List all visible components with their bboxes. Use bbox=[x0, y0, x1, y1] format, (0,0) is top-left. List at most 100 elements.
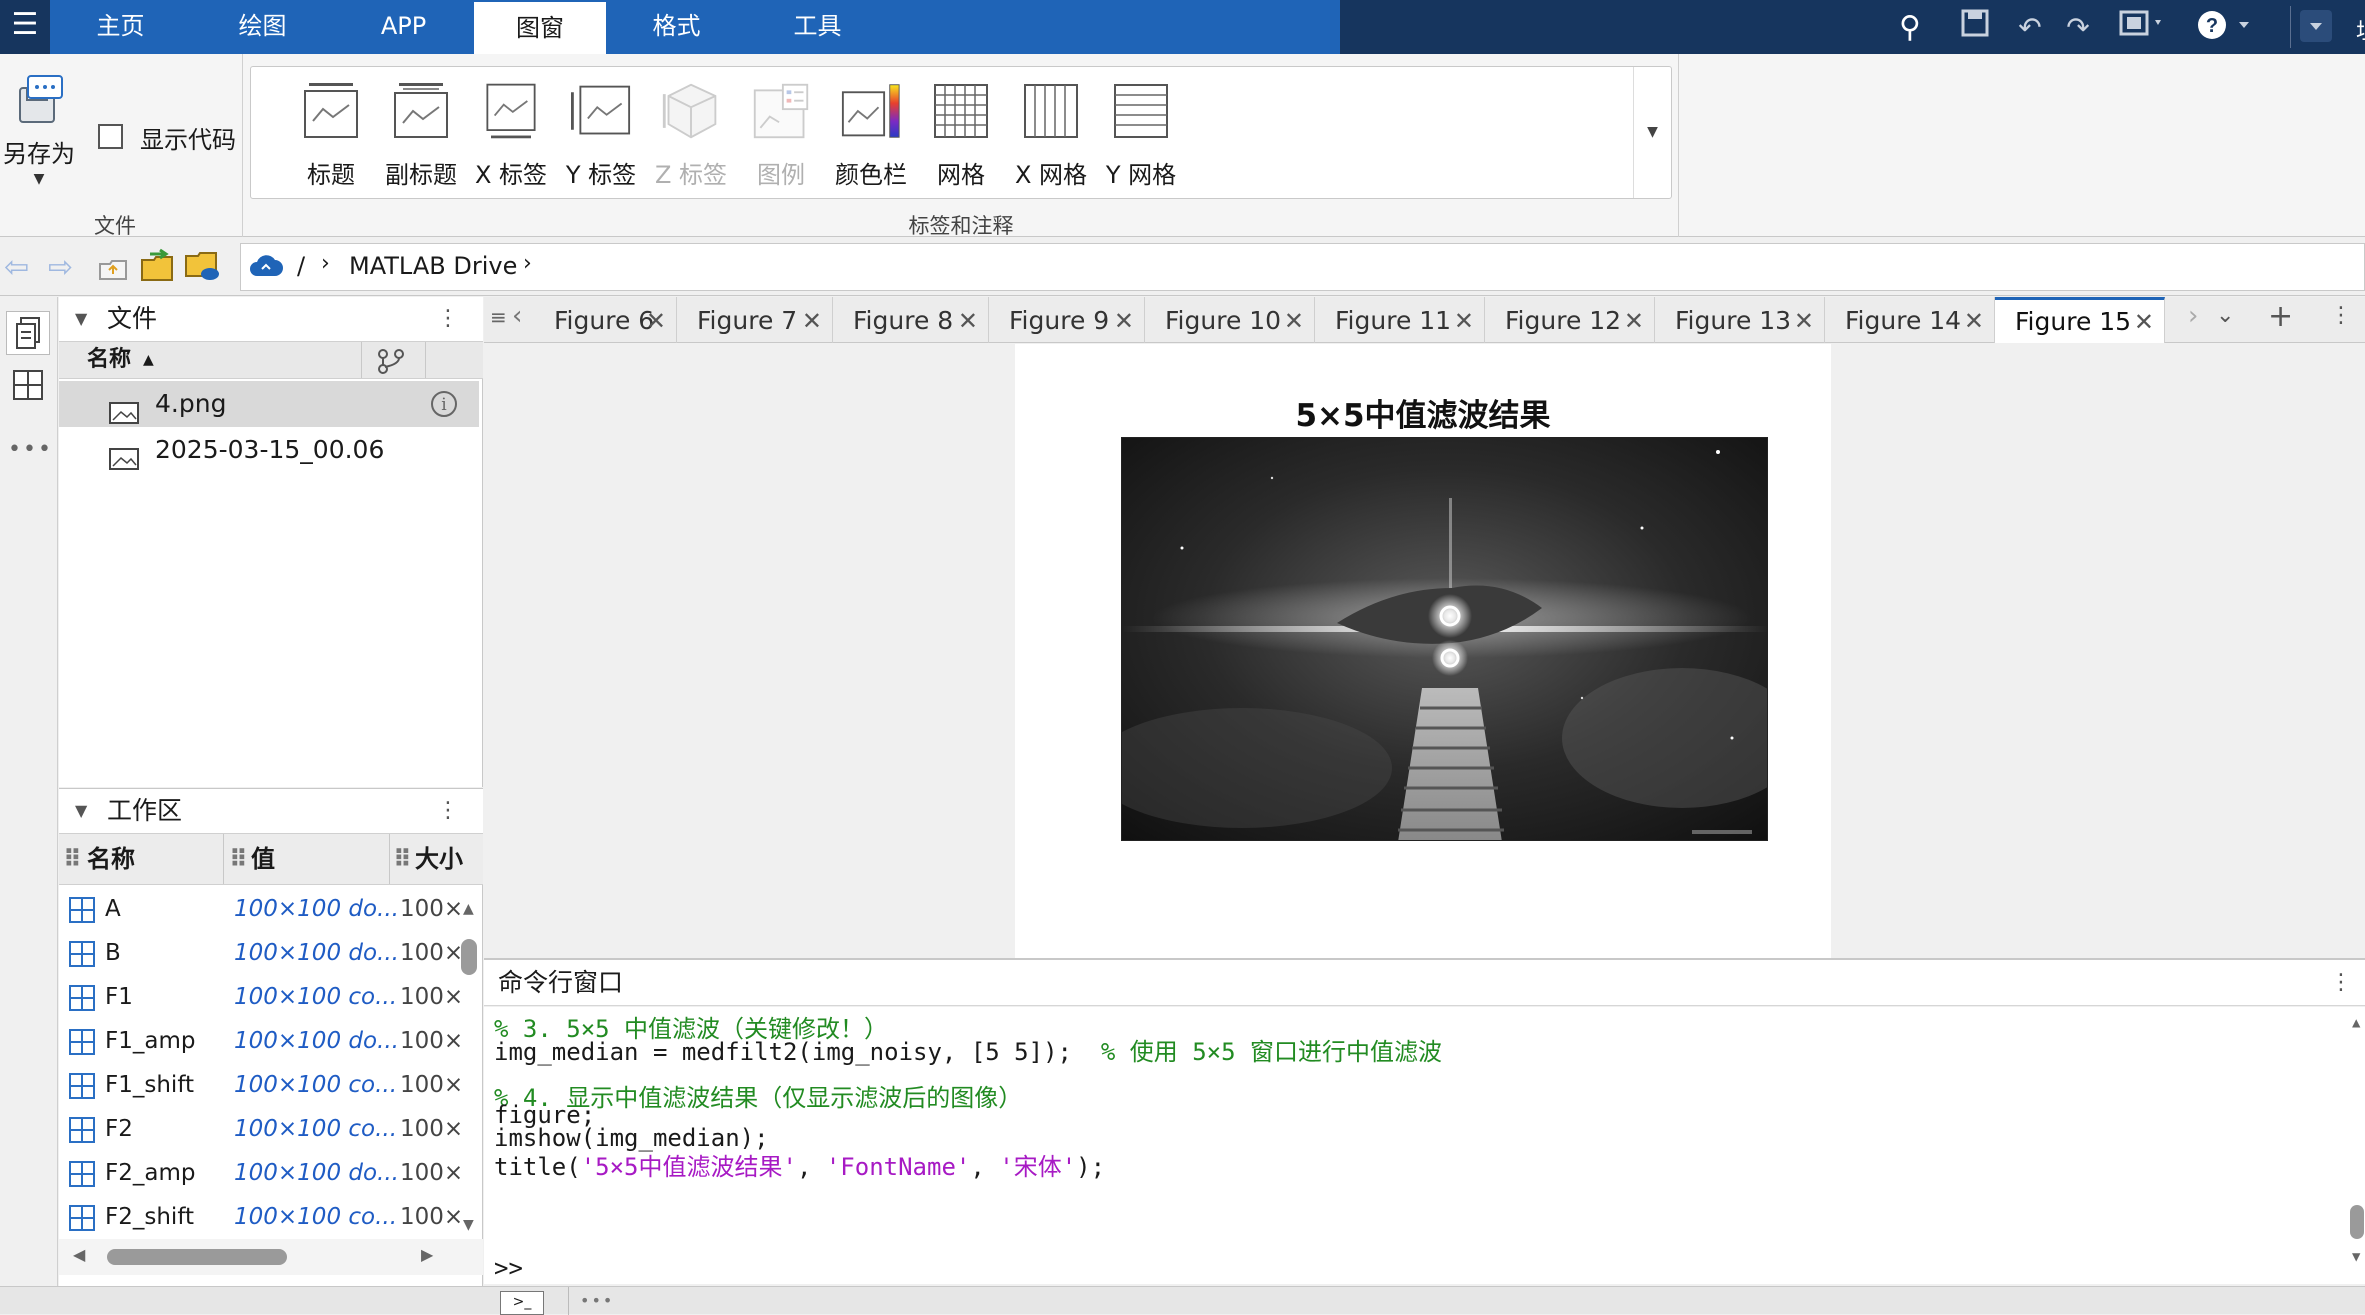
close-icon[interactable]: ✕ bbox=[646, 297, 666, 345]
files-panel-toggle-icon[interactable] bbox=[6, 311, 50, 355]
info-icon[interactable]: i bbox=[431, 391, 457, 417]
figure-canvas[interactable]: 5×5中值滤波结果 bbox=[1015, 344, 1831, 958]
more-icon[interactable]: ••• bbox=[580, 1291, 614, 1310]
workspace-row[interactable]: F2_shift 100×100 co... 100× bbox=[59, 1195, 469, 1237]
workspace-row[interactable]: F1 100×100 co... 100× bbox=[59, 975, 469, 1019]
vertical-scrollbar-thumb[interactable] bbox=[461, 939, 477, 975]
scroll-down-icon[interactable]: ▼ bbox=[463, 1217, 479, 1233]
scroll-left-icon[interactable]: ◀ bbox=[73, 1245, 85, 1264]
window-layout-icon[interactable] bbox=[2115, 8, 2170, 48]
save-as-button[interactable]: 另存为 ▼ bbox=[0, 72, 78, 232]
median-filtered-image[interactable] bbox=[1121, 437, 1768, 841]
more-icon[interactable]: ••• bbox=[8, 437, 53, 462]
close-icon[interactable]: ✕ bbox=[1454, 297, 1474, 345]
figure-tab[interactable]: Figure 6 ✕ bbox=[534, 297, 677, 343]
name-column-header[interactable]: 名称 bbox=[87, 834, 135, 884]
workspace-row[interactable]: F1_amp 100×100 do... 100× bbox=[59, 1019, 469, 1063]
scroll-up-icon[interactable]: ▲ bbox=[463, 901, 479, 917]
close-icon[interactable]: ✕ bbox=[802, 297, 822, 345]
workspace-row[interactable]: B 100×100 do... 100× bbox=[59, 931, 469, 975]
variable-size: 100× bbox=[396, 1019, 469, 1063]
scroll-up-icon[interactable]: ▲ bbox=[2352, 1015, 2360, 1031]
back-arrow-icon[interactable]: ⇦ bbox=[4, 250, 29, 285]
panel-options-icon[interactable]: ⋮ bbox=[437, 789, 459, 833]
tab-scroll-right-icon[interactable]: › bbox=[2188, 301, 2198, 331]
toolstrip-tab[interactable]: 绘图 bbox=[192, 0, 333, 54]
scroll-down-icon[interactable]: ▼ bbox=[2352, 1249, 2360, 1265]
figure-tab[interactable]: Figure 9 ✕ bbox=[989, 297, 1145, 343]
drag-handle-icon[interactable]: ⠿ bbox=[393, 834, 412, 884]
collapse-triangle-icon[interactable]: ▼ bbox=[75, 789, 87, 833]
drag-handle-icon[interactable]: ⠿ bbox=[229, 834, 248, 884]
figure-tab[interactable]: Figure 7 ✕ bbox=[677, 297, 833, 343]
figure-tab[interactable]: Figure 13 ✕ bbox=[1655, 297, 1825, 343]
toolstrip-tab[interactable]: 主页 bbox=[50, 0, 191, 54]
toolstrip-tab[interactable]: 图窗 bbox=[474, 2, 606, 54]
help-icon[interactable]: ? bbox=[2195, 8, 2255, 48]
collapse-triangle-icon[interactable]: ▼ bbox=[75, 297, 87, 341]
chevron-right-icon[interactable]: › bbox=[321, 251, 330, 276]
figure-tab[interactable]: Figure 14 ✕ bbox=[1825, 297, 1995, 343]
drive-folder-icon[interactable] bbox=[184, 248, 220, 286]
command-window-body[interactable]: % 3. 5×5 中值滤波（关键修改！） img_median = medfilt… bbox=[484, 1007, 2365, 1284]
value-column-header[interactable]: 值 bbox=[251, 834, 275, 884]
sort-ascending-icon[interactable]: ▲ bbox=[143, 342, 154, 378]
add-tab-icon[interactable]: + bbox=[2268, 299, 2293, 334]
toolstrip-tab[interactable]: APP bbox=[333, 0, 474, 54]
figure-tab[interactable]: Figure 12 ✕ bbox=[1485, 297, 1655, 343]
redo-icon[interactable]: ↷ bbox=[2058, 8, 2098, 48]
search-icon[interactable]: ⚲ bbox=[1890, 8, 1930, 48]
tab-options-icon[interactable]: ⋮ bbox=[2330, 303, 2352, 328]
workspace-panel-header[interactable]: ▼ 工作区 ⋮ bbox=[59, 789, 483, 833]
close-icon[interactable]: ✕ bbox=[1624, 297, 1644, 345]
browse-folder-icon[interactable] bbox=[140, 248, 176, 286]
panel-options-icon[interactable]: ⋮ bbox=[2330, 960, 2352, 1006]
show-code-checkbox-row[interactable]: 显示代码 bbox=[98, 120, 238, 154]
hamburger-menu-icon[interactable]: ☰ bbox=[0, 0, 50, 54]
toolstrip-tab[interactable]: 格式 bbox=[606, 0, 747, 54]
vertical-scrollbar-thumb[interactable] bbox=[2350, 1205, 2364, 1239]
scroll-right-icon[interactable]: ▶ bbox=[421, 1245, 433, 1264]
tab-scroll-left-icon[interactable]: ‹ bbox=[512, 301, 522, 331]
file-row[interactable]: 2025-03-15_00.06 bbox=[59, 427, 479, 473]
tab-list-chevron-icon[interactable]: ⌄ bbox=[2216, 303, 2234, 328]
close-icon[interactable]: ✕ bbox=[1794, 297, 1814, 345]
workspace-row[interactable]: F2_amp 100×100 do... 100× bbox=[59, 1151, 469, 1195]
address-field[interactable]: / › MATLAB Drive › bbox=[240, 243, 2365, 291]
workspace-row[interactable]: A 100×100 do... 100× bbox=[59, 887, 469, 931]
close-icon[interactable]: ✕ bbox=[1964, 297, 1984, 345]
toolstrip-tab[interactable]: 工具 bbox=[747, 0, 888, 54]
horizontal-scrollbar-thumb[interactable] bbox=[107, 1249, 287, 1265]
size-column-header[interactable]: 大小 bbox=[415, 834, 463, 884]
workspace-row[interactable]: F1_shift 100×100 co... 100× bbox=[59, 1063, 469, 1107]
account-dropdown-icon[interactable] bbox=[2298, 8, 2334, 48]
forward-arrow-icon[interactable]: ⇨ bbox=[48, 250, 73, 285]
close-icon[interactable]: ✕ bbox=[958, 297, 978, 345]
gallery-expand-icon[interactable]: ▼ bbox=[1633, 67, 1671, 198]
workspace-panel-toggle-icon[interactable] bbox=[6, 363, 50, 407]
figure-tab[interactable]: Figure 10 ✕ bbox=[1145, 297, 1315, 343]
panel-options-icon[interactable]: ⋮ bbox=[437, 297, 459, 341]
horizontal-scrollbar[interactable]: ◀ ▶ bbox=[59, 1239, 483, 1275]
close-icon[interactable]: ✕ bbox=[2134, 300, 2154, 344]
path-segment[interactable]: MATLAB Drive bbox=[349, 252, 517, 280]
chevron-right-icon[interactable]: › bbox=[523, 251, 532, 276]
file-row[interactable]: 4.png i bbox=[59, 381, 479, 427]
terminal-icon[interactable]: >_ bbox=[500, 1291, 544, 1315]
y-grid-button[interactable]: Y 网格 bbox=[1079, 67, 1203, 200]
drag-handle-icon[interactable]: ⠿ bbox=[63, 834, 82, 884]
up-folder-icon[interactable] bbox=[98, 252, 128, 286]
show-code-checkbox[interactable] bbox=[98, 124, 123, 149]
save-icon[interactable] bbox=[1955, 8, 1995, 48]
document-menu-icon[interactable]: ≡ bbox=[490, 305, 507, 329]
close-icon[interactable]: ✕ bbox=[1284, 297, 1304, 345]
undo-icon[interactable]: ↶ bbox=[2010, 8, 2050, 48]
path-root[interactable]: / bbox=[297, 252, 305, 280]
close-icon[interactable]: ✕ bbox=[1114, 297, 1134, 345]
file-panel-header[interactable]: ▼ 文件 ⋮ bbox=[59, 297, 483, 341]
workspace-row[interactable]: F2 100×100 co... 100× bbox=[59, 1107, 469, 1151]
figure-tab[interactable]: Figure 11 ✕ bbox=[1315, 297, 1485, 343]
figure-tab[interactable]: Figure 8 ✕ bbox=[833, 297, 989, 343]
figure-tab-active[interactable]: Figure 15 ✕ bbox=[1995, 297, 2165, 343]
name-column-header[interactable]: 名称 bbox=[87, 342, 131, 378]
